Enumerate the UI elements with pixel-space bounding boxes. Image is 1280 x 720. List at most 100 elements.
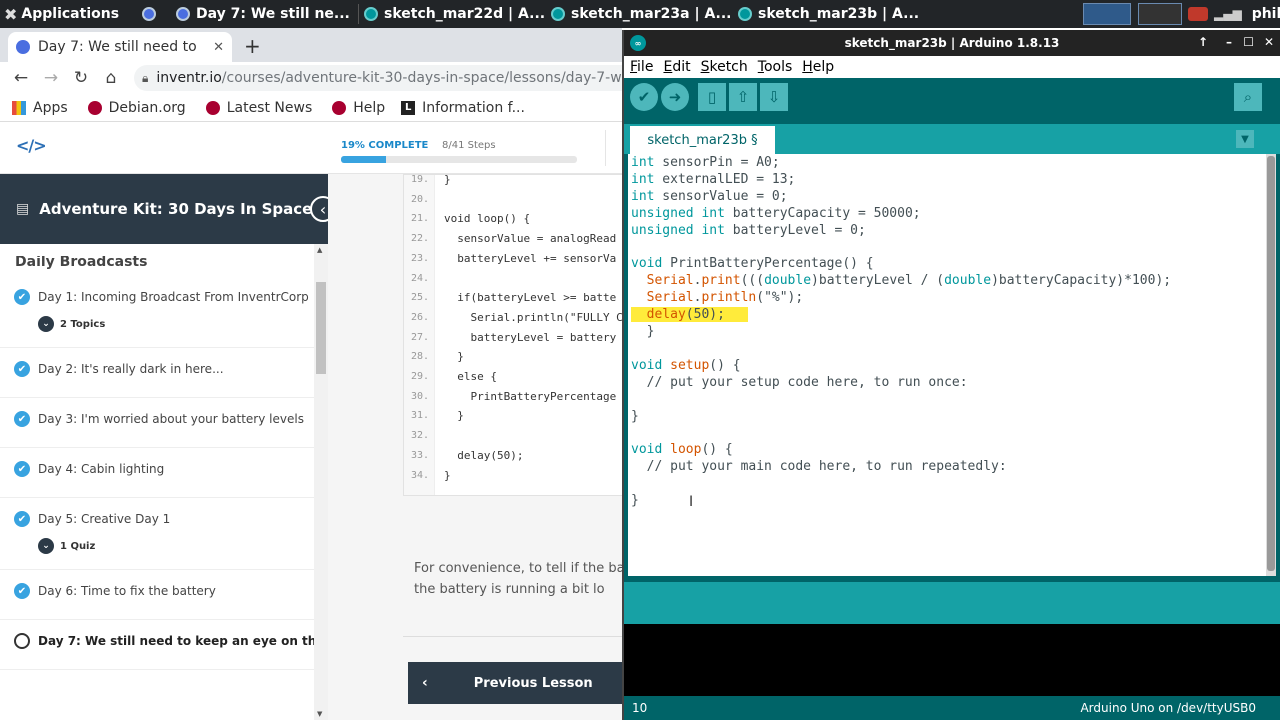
system-tray: ▂▄▆ phil [1188, 3, 1280, 25]
tab-menu-icon[interactable]: ▼ [1236, 130, 1254, 148]
lesson-item[interactable]: ✔ Day 5: Creative Day 1 ⌄ 1 Quiz [0, 498, 314, 570]
lesson-item[interactable]: ✔ Day 3: I'm worried about your battery … [0, 398, 314, 448]
arduino-titlebar: ∞ sketch_mar23b | Arduino 1.8.13 ↑ – ☐ ✕ [624, 30, 1280, 56]
lesson-topics[interactable]: ⌄ 2 Topics [38, 316, 105, 332]
line-number: 21. [404, 209, 434, 229]
progress-label: 19% COMPLETE [341, 140, 429, 151]
debian-icon [87, 100, 102, 115]
lesson-item[interactable]: ✔ Day 4: Cabin lighting [0, 448, 314, 498]
move-up-icon[interactable]: ↑ [1198, 35, 1208, 49]
book-icon: ▤ [16, 201, 30, 217]
close-tab-icon[interactable]: ✕ [213, 40, 224, 55]
course-sidebar: ▤ Adventure Kit: 30 Days In Space ‹ Dail… [0, 174, 336, 720]
open-sketch-icon[interactable]: ⇧ [729, 83, 757, 111]
minimize-icon[interactable]: – [1226, 35, 1232, 49]
network-icon[interactable]: ▂▄▆ [1214, 7, 1242, 21]
lesson-item-current[interactable]: Day 7: We still need to keep an eye on t… [0, 620, 314, 670]
recorder-icon[interactable] [1188, 7, 1208, 21]
taskbar-window-sketch-mar23a[interactable]: sketch_mar23a | A... [551, 0, 733, 28]
code-line: 29. else { [404, 367, 497, 386]
applications-menu[interactable]: ✖ Applications [4, 0, 119, 28]
verify-icon[interactable]: ✔ [630, 83, 658, 111]
lesson-item[interactable]: ✔ Day 2: It's really dark in here... [0, 348, 314, 398]
workspace-1[interactable] [1083, 3, 1131, 25]
course-page: </> 19% COMPLETE 8/41 Steps ▤ Adventure … [0, 122, 622, 720]
scroll-down-icon[interactable]: ▼ [317, 710, 322, 718]
code-text: } [444, 409, 464, 423]
debian-icon [332, 100, 347, 115]
lesson-item[interactable]: ✔ Day 6: Time to fix the battery [0, 570, 314, 620]
reload-icon[interactable]: ↻ [66, 68, 96, 88]
applications-label: Applications [21, 6, 120, 22]
bookmark-apps[interactable]: Apps [12, 100, 68, 116]
taskbar-window-browser[interactable]: Day 7: We still ne... [176, 0, 354, 28]
code-text: delay(50); [444, 448, 524, 462]
bookmark-latest-news[interactable]: Latest News [205, 100, 312, 116]
upload-icon[interactable]: ➜ [661, 83, 689, 111]
browser-tab[interactable]: Day 7: We still need to ✕ [8, 32, 232, 62]
code-line: 32. [404, 426, 444, 446]
bookmark-label: Debian.org [108, 99, 186, 116]
close-icon[interactable]: ✕ [1264, 35, 1274, 49]
sketch-tab[interactable]: sketch_mar23b § [630, 126, 775, 154]
bookmarks-bar: Apps Debian.org Latest News Help L Inform… [0, 94, 622, 122]
console-output [624, 624, 1280, 696]
lesson-title: Day 2: It's really dark in here... [38, 362, 224, 376]
workspace-2[interactable] [1138, 3, 1182, 25]
code-line: 19.} [404, 175, 451, 189]
taskbar-window-sketch-mar22d[interactable]: sketch_mar22d | A... [364, 0, 546, 28]
inventr-logo-icon[interactable]: </> [16, 136, 47, 155]
info-site-icon: L [401, 100, 416, 115]
taskbar-separator [358, 4, 359, 24]
bookmark-help[interactable]: Help [332, 100, 385, 116]
code-line: 24. [404, 268, 444, 288]
debian-icon [205, 100, 220, 115]
lesson-sub-label: 1 Quiz [60, 540, 96, 552]
taskbar-window-sketch-mar23b[interactable]: sketch_mar23b | A... [738, 0, 920, 28]
line-number: 10 [632, 701, 648, 715]
maximize-icon[interactable]: ☐ [1243, 35, 1254, 49]
save-sketch-icon[interactable]: ⇩ [760, 83, 788, 111]
editor-line: delay(50); [631, 306, 749, 323]
lesson-list: Daily Broadcasts ✔ Day 1: Incoming Broad… [0, 256, 314, 720]
forward-icon[interactable]: → [36, 68, 66, 88]
editor-scrollbar[interactable] [1266, 154, 1276, 576]
arduino-window: ∞ sketch_mar23b | Arduino 1.8.13 ↑ – ☐ ✕… [622, 30, 1280, 720]
scrollbar-thumb[interactable] [316, 282, 326, 374]
lesson-quiz[interactable]: ⌄ 1 Quiz [38, 538, 95, 554]
scroll-up-icon[interactable]: ▲ [317, 246, 322, 254]
lesson-title: Day 6: Time to fix the battery [38, 584, 216, 598]
code-editor[interactable]: int sensorPin = A0; int externalLED = 13;… [628, 154, 1266, 576]
menu-tools[interactable]: Tools [758, 59, 793, 75]
code-line: 34.} [404, 465, 451, 485]
bookmark-information[interactable]: L Information f... [401, 100, 525, 116]
code-line: 30. PrintBatteryPercentage [404, 386, 616, 406]
lesson-title: Day 5: Creative Day 1 [38, 512, 171, 526]
new-sketch-icon[interactable]: ▯ [698, 83, 726, 111]
previous-lesson-button[interactable]: ‹ Previous Lesson [408, 662, 622, 704]
home-icon[interactable]: ⌂ [96, 68, 126, 88]
editor-line: unsigned int batteryCapacity = 50000; [631, 205, 921, 221]
back-icon[interactable]: ← [6, 68, 36, 88]
section-title: Daily Broadcasts [15, 256, 148, 270]
scrollbar-thumb[interactable] [1267, 156, 1275, 571]
content-divider [403, 636, 622, 637]
lesson-item[interactable]: ✔ Day 1: Incoming Broadcast From Inventr… [0, 276, 314, 348]
serial-monitor-icon[interactable]: ⌕ [1234, 83, 1262, 111]
user-name[interactable]: phil [1252, 6, 1280, 22]
text-cursor-icon: I [689, 494, 694, 510]
menu-help[interactable]: Help [802, 59, 834, 75]
course-title-bar[interactable]: ▤ Adventure Kit: 30 Days In Space [0, 174, 328, 244]
line-number: 20. [404, 189, 434, 209]
check-icon: ✔ [14, 361, 30, 377]
menu-edit[interactable]: Edit [663, 59, 690, 75]
code-text: if(batteryLevel >= batte [444, 291, 617, 305]
menu-file[interactable]: File [630, 59, 653, 75]
new-tab-icon[interactable]: + [244, 34, 261, 58]
chrome-launcher[interactable] [142, 0, 166, 28]
sidebar-scrollbar[interactable]: ▲ ▼ [314, 244, 328, 720]
code-snippet: 19.} 20. 21. void loop() {22. sensorValue =… [403, 174, 622, 496]
bookmark-debian[interactable]: Debian.org [87, 99, 186, 116]
menu-sketch[interactable]: Sketch [701, 59, 748, 75]
address-bar[interactable]: 🔒︎ inventr.io/courses/adventure-kit-30-d… [134, 65, 622, 91]
